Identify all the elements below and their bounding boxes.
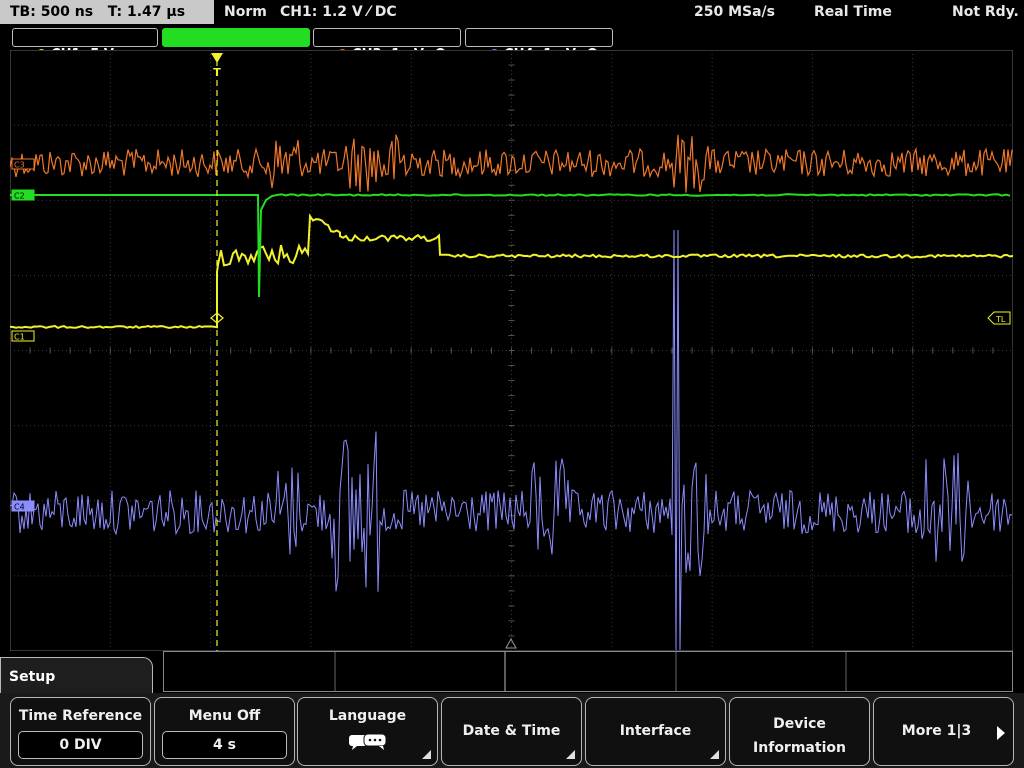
waveform-display[interactable]: T C3 C2 C1 C4 TL: [10, 50, 1013, 651]
device-information-softkey[interactable]: Device Information: [729, 697, 870, 766]
language-label: Language: [328, 708, 407, 724]
ch2-level-marker[interactable]: C2: [11, 189, 35, 201]
trigger-state: Not Rdy.: [952, 4, 1019, 20]
date-time-label: Date & Time: [462, 723, 561, 739]
ch4-level-marker[interactable]: C4: [11, 500, 35, 512]
menu-off-softkey[interactable]: Menu Off 4 s: [154, 697, 295, 766]
acquisition-mode: Real Time: [814, 4, 892, 20]
language-icon: [349, 733, 387, 750]
interface-softkey[interactable]: Interface: [585, 697, 726, 766]
time-reference-label: Time Reference: [18, 708, 143, 724]
ch3-level-marker[interactable]: C3: [11, 158, 35, 170]
svg-text:TL: TL: [995, 315, 1006, 324]
svg-text:C1: C1: [14, 333, 25, 342]
tab-ch2[interactable]: CH2: 20 mV≃Ω: [162, 28, 310, 62]
interface-label: Interface: [619, 723, 692, 739]
softkey-bar: Time Reference 0 DIV Menu Off 4 s Langua…: [0, 693, 1024, 768]
strip-ticks: [334, 652, 847, 691]
svg-text:C4: C4: [14, 503, 25, 512]
channel-tabs: CH1: 5 V≃ CH2: 20 mV≃Ω CH3: 1mV≃Ω CH4: 1…: [0, 26, 1024, 62]
menu-title-tab: Setup: [0, 657, 153, 697]
zoom-overview-strip[interactable]: [163, 651, 1013, 692]
sample-rate: 250 MSa/s: [694, 4, 776, 20]
menu-off-label: Menu Off: [188, 708, 261, 724]
time-reference-softkey[interactable]: Time Reference 0 DIV: [10, 697, 151, 766]
device-information-line2: Information: [753, 740, 846, 756]
device-information-line1: Device: [773, 716, 826, 732]
submenu-indicator-icon: [422, 750, 431, 759]
more-softkey[interactable]: More 1|3: [873, 697, 1014, 766]
tab-ch1[interactable]: CH1: 5 V≃: [12, 28, 158, 62]
ch1-level-marker[interactable]: C1: [11, 330, 35, 342]
date-time-softkey[interactable]: Date & Time: [441, 697, 582, 766]
time-reference-value: 0 DIV: [18, 731, 143, 759]
tab-ch4[interactable]: CH4: 1mV≃Ω: [465, 28, 613, 62]
submenu-indicator-icon: [566, 750, 575, 759]
device-information-label: Device Information: [730, 712, 869, 760]
trigger-position-label: T: [213, 66, 221, 79]
svg-text:C3: C3: [14, 161, 25, 170]
more-label: More 1|3: [901, 723, 972, 739]
tab-ch3[interactable]: CH3: 1mV≃Ω: [313, 28, 461, 62]
language-softkey[interactable]: Language: [297, 697, 438, 766]
status-bar: TB: 500 ns T: 1.47 µs Norm CH1: 1.2 V ⁄ …: [0, 0, 1024, 24]
trigger-setting[interactable]: CH1: 1.2 V ⁄ DC: [280, 0, 397, 24]
svg-text:C2: C2: [14, 192, 25, 201]
trigger-mode[interactable]: Norm: [224, 0, 267, 24]
menu-off-value: 4 s: [162, 731, 287, 759]
next-page-arrow-icon: [997, 726, 1005, 740]
timebase-readout[interactable]: TB: 500 ns T: 1.47 µs: [0, 0, 214, 24]
submenu-indicator-icon: [710, 750, 719, 759]
